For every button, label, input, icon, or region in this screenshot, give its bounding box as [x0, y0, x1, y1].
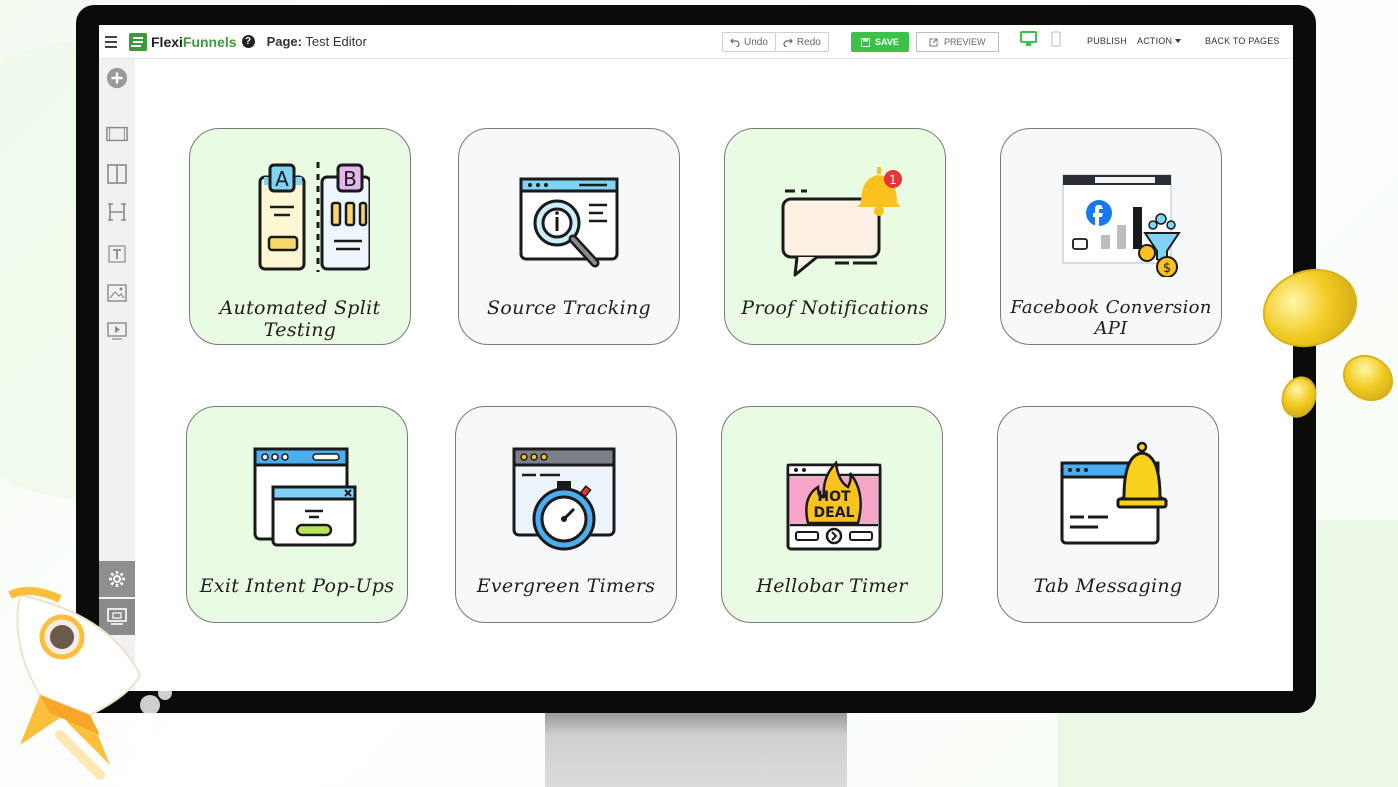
- page-title: Page: Test Editor: [267, 34, 367, 49]
- scene: FlexiFunnels ? Page: Test Editor Undo Re…: [0, 0, 1398, 787]
- svg-text:A: A: [275, 167, 289, 191]
- desktop-icon[interactable]: [1020, 31, 1037, 47]
- video-icon[interactable]: [106, 320, 128, 342]
- ab-test-icon: A B: [258, 162, 370, 272]
- logo-text: FlexiFunnels: [151, 34, 237, 50]
- preview-button[interactable]: PREVIEW: [916, 32, 999, 52]
- action-menu[interactable]: ACTION: [1137, 36, 1182, 46]
- external-link-icon: [929, 38, 938, 46]
- save-label: SAVE: [875, 37, 899, 47]
- popup-window-icon: [253, 447, 357, 547]
- feature-card[interactable]: HOT DEAL Hellobar Timer: [721, 406, 943, 623]
- editor-toolbar: FlexiFunnels ? Page: Test Editor Undo Re…: [99, 25, 1293, 59]
- publish-link-wrap: PUBLISH: [1087, 36, 1127, 46]
- back-link-wrap: BACK TO PAGES: [1205, 36, 1280, 46]
- feature-title: Exit Intent Pop-Ups: [199, 575, 395, 597]
- feature-title: Automated Split Testing: [219, 297, 381, 341]
- logo-prefix: Flexi: [151, 33, 183, 50]
- save-group: SAVE: [851, 32, 909, 52]
- redo-icon: [783, 38, 793, 47]
- svg-text:B: B: [343, 167, 357, 191]
- feature-card[interactable]: 1 Proof Notifications: [724, 128, 946, 345]
- columns-icon[interactable]: [106, 163, 128, 185]
- redo-button[interactable]: Redo: [775, 32, 829, 52]
- preview-group: PREVIEW: [916, 32, 999, 52]
- device-switcher: [1020, 31, 1061, 47]
- add-icon[interactable]: [106, 67, 128, 89]
- svg-text:$: $: [1163, 261, 1171, 276]
- action-label: ACTION: [1137, 36, 1173, 46]
- page-label: Page:: [266, 34, 302, 49]
- feature-card[interactable]: Evergreen Timers: [455, 406, 677, 623]
- feature-title: Source Tracking: [487, 297, 651, 319]
- logo-mark-icon: [129, 32, 147, 51]
- caret-down-icon: [1175, 39, 1182, 43]
- feature-title: Proof Notifications: [741, 297, 929, 319]
- monitor-stand: [545, 713, 847, 787]
- deal-label: DEAL: [814, 505, 855, 521]
- logo-accent: Funnels: [182, 33, 237, 50]
- image-icon[interactable]: [106, 282, 128, 304]
- section-icon[interactable]: [106, 123, 128, 145]
- mobile-icon[interactable]: [1051, 31, 1061, 47]
- bell-window-icon: [1060, 441, 1168, 545]
- publish-link[interactable]: PUBLISH: [1087, 36, 1127, 46]
- save-icon: [861, 37, 870, 47]
- undo-button[interactable]: Undo: [722, 32, 776, 52]
- stopwatch-window-icon: [512, 447, 616, 551]
- text-icon[interactable]: [106, 243, 128, 265]
- magnifier-window-icon: [519, 177, 619, 268]
- notification-count: 1: [889, 173, 897, 187]
- rocket-icon: [8, 586, 172, 780]
- logo: FlexiFunnels ?: [129, 32, 255, 51]
- feature-title: Tab Messaging: [1033, 575, 1183, 597]
- feature-title: Facebook Conversion API: [1010, 297, 1212, 339]
- redo-label: Redo: [796, 36, 821, 48]
- history-controls: Undo Redo: [722, 32, 829, 52]
- heading-icon[interactable]: [106, 201, 128, 223]
- feature-title: Evergreen Timers: [476, 575, 656, 597]
- feature-card[interactable]: Exit Intent Pop-Ups: [186, 406, 408, 623]
- page-name: Test Editor: [305, 34, 367, 49]
- preview-label: PREVIEW: [944, 37, 986, 47]
- help-icon[interactable]: ?: [241, 35, 255, 48]
- coin-decor: [1334, 345, 1398, 411]
- undo-label: Undo: [744, 36, 768, 48]
- hot-deal-icon: HOT DEAL: [786, 460, 882, 551]
- undo-icon: [730, 38, 740, 47]
- feature-card[interactable]: Source Tracking: [458, 128, 680, 345]
- feature-card[interactable]: Tab Messaging: [997, 406, 1219, 623]
- feature-title: Hellobar Timer: [756, 575, 908, 597]
- hot-label: HOT: [817, 489, 851, 505]
- back-to-pages-link[interactable]: BACK TO PAGES: [1205, 36, 1280, 46]
- save-button[interactable]: SAVE: [851, 32, 909, 52]
- feature-card[interactable]: A B Automated Split Testing: [189, 128, 411, 345]
- feature-card[interactable]: $ Facebook Conversion API: [1000, 128, 1222, 345]
- menu-icon[interactable]: [105, 35, 117, 48]
- chat-bell-icon: 1: [781, 167, 902, 277]
- facebook-funnel-icon: $: [1062, 174, 1181, 277]
